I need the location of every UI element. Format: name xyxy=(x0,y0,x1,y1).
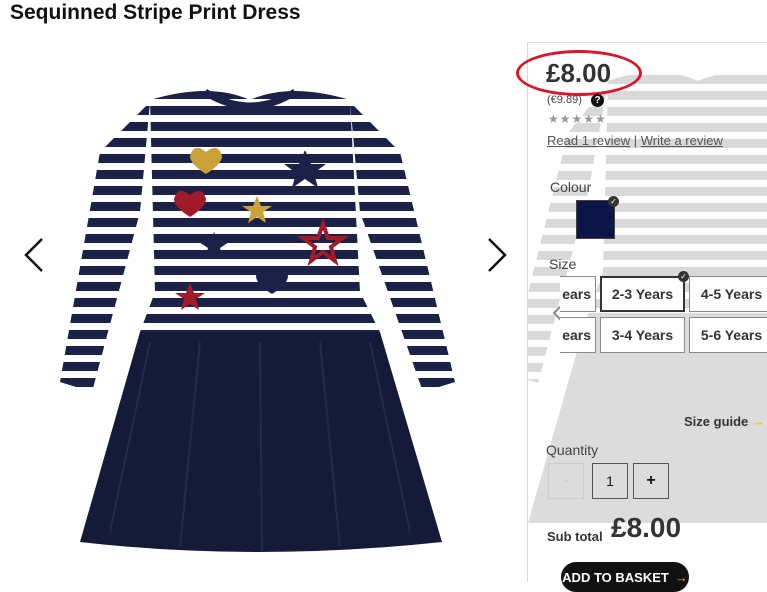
quantity-label: Quantity xyxy=(546,442,599,458)
size-option[interactable]: ears xyxy=(560,317,596,353)
size-option[interactable]: 3-4 Years xyxy=(600,317,685,353)
size-label: Size xyxy=(549,256,577,272)
add-to-basket-button[interactable]: ADD TO BASKET → xyxy=(561,562,689,592)
size-guide-link[interactable]: Size guide → xyxy=(684,414,764,429)
write-review-link[interactable]: Write a review xyxy=(641,133,723,148)
quantity-increase-button[interactable]: + xyxy=(633,463,669,499)
size-option-selected[interactable]: 2-3 Years xyxy=(600,276,685,312)
chevron-right-icon xyxy=(488,238,507,272)
next-image-arrow[interactable] xyxy=(477,225,517,285)
arrow-right-icon: → xyxy=(751,414,765,429)
price: £8.00 xyxy=(546,58,612,88)
prev-image-arrow[interactable] xyxy=(14,225,54,285)
review-links: Read 1 review | Write a review xyxy=(547,133,723,148)
product-title: Sequinned Stripe Print Dress xyxy=(10,1,301,24)
size-option[interactable]: 4-5 Years xyxy=(689,276,767,312)
subtotal-value: £8.00 xyxy=(611,512,682,543)
check-icon: ✓ xyxy=(678,271,689,282)
price-euro: (€9.89) xyxy=(547,94,582,106)
quantity-decrease-button[interactable]: - xyxy=(548,463,584,499)
rating-stars: ★★★★★ xyxy=(548,112,607,126)
size-guide-label: Size guide xyxy=(684,414,749,429)
colour-label: Colour xyxy=(550,179,592,195)
review-separator: | xyxy=(633,133,638,148)
product-image xyxy=(60,89,455,553)
add-to-basket-label: ADD TO BASKET xyxy=(562,569,669,585)
check-icon: ✓ xyxy=(608,196,619,207)
chevron-left-icon xyxy=(24,238,43,272)
read-review-link[interactable]: Read 1 review xyxy=(547,133,630,148)
quantity-input[interactable]: 1 xyxy=(592,463,628,499)
arrow-right-icon: → xyxy=(674,569,688,585)
help-icon[interactable]: ? xyxy=(591,94,604,107)
size-option[interactable]: ears xyxy=(560,276,596,312)
subtotal-label: Sub total xyxy=(547,529,603,544)
size-option[interactable]: 5-6 Years xyxy=(689,317,767,353)
